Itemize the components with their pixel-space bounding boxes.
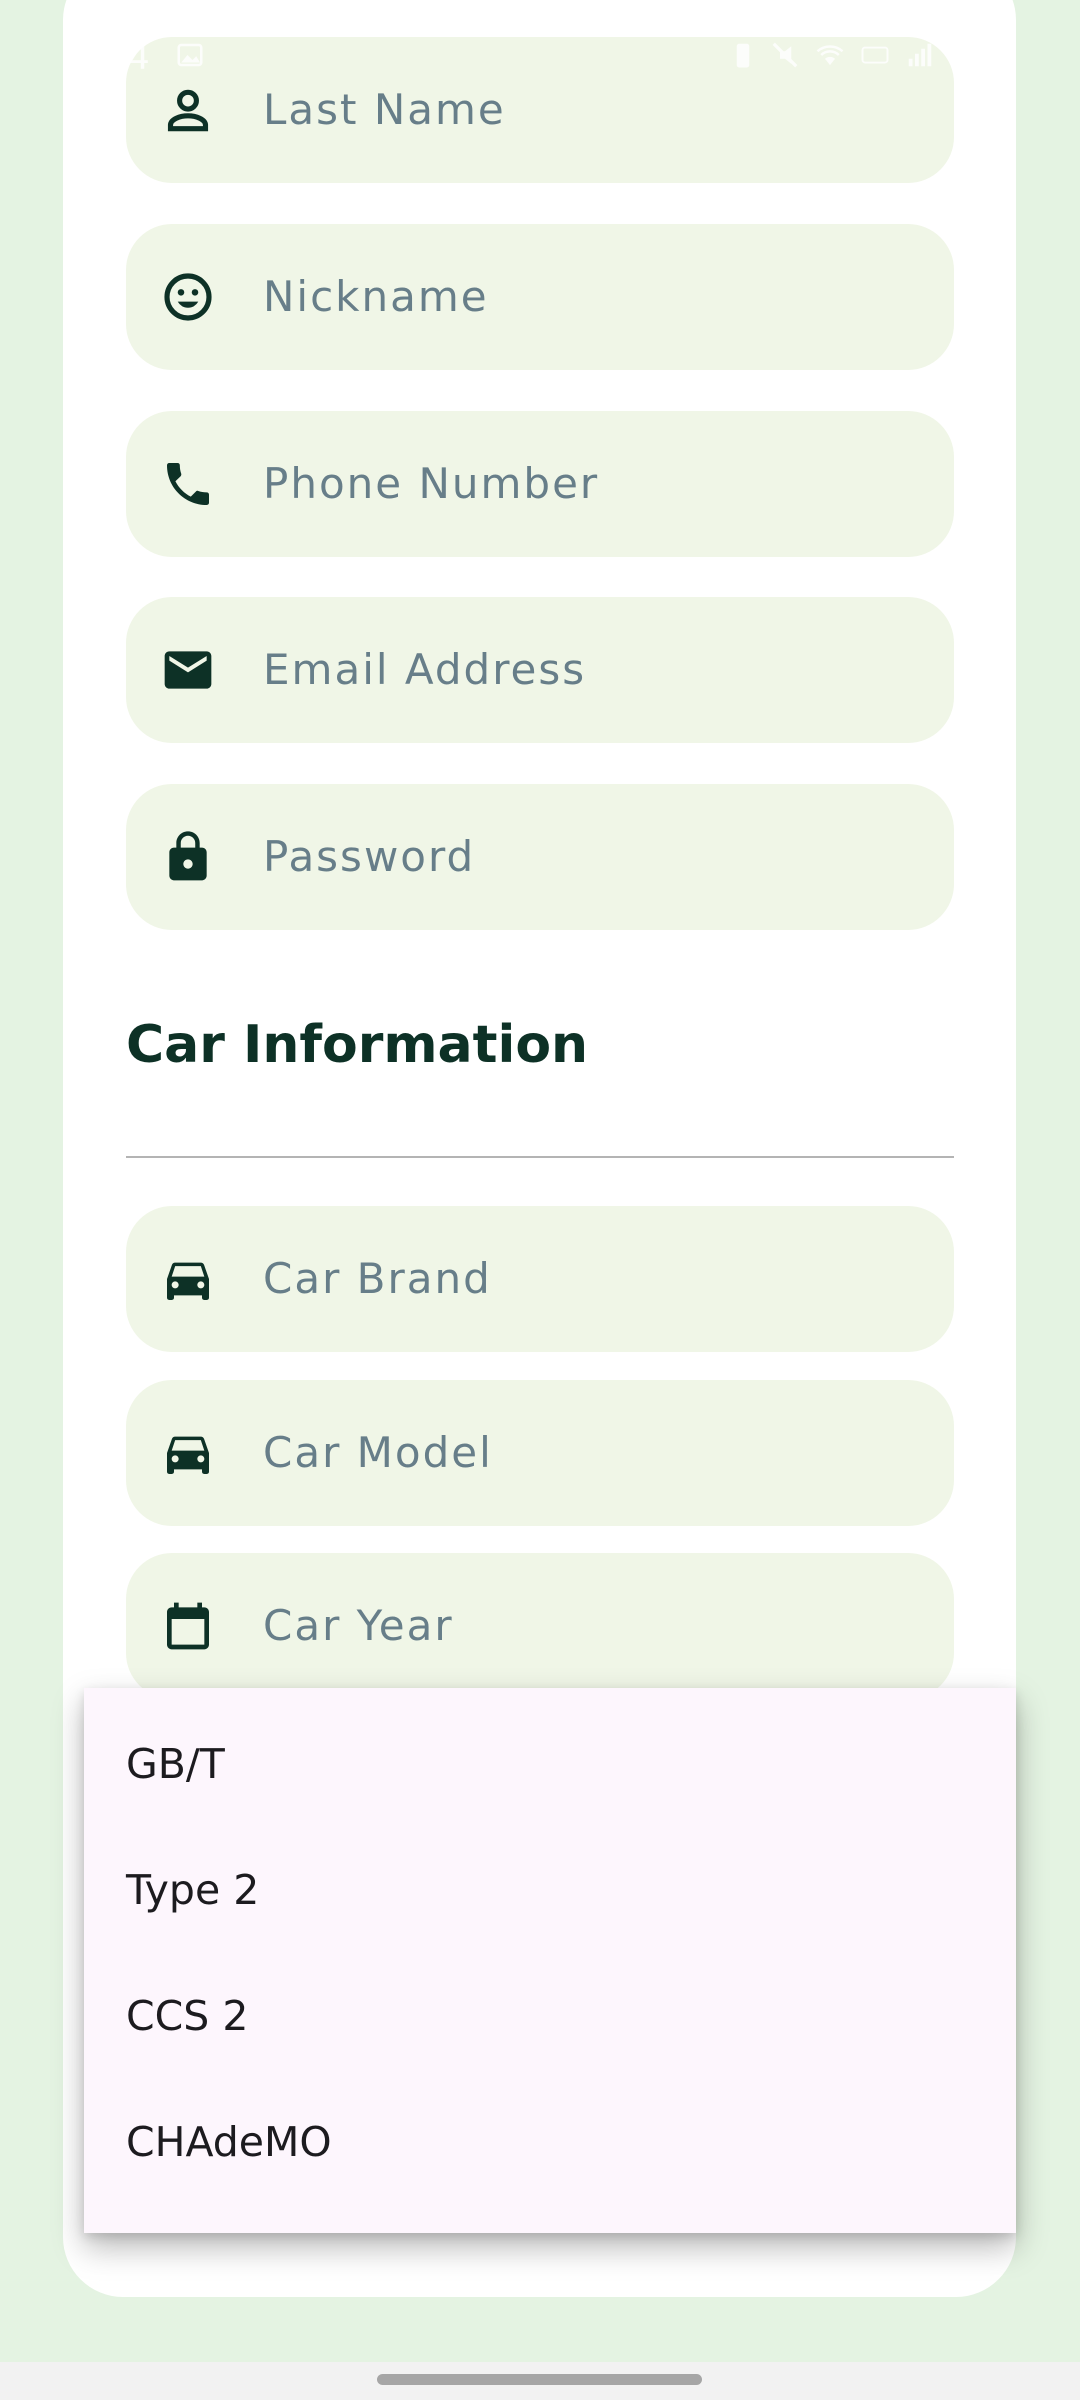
smiley-face-icon [160, 269, 216, 325]
car-icon [160, 1251, 216, 1307]
phone-number-field[interactable]: Phone Number [126, 411, 954, 557]
car-brand-field[interactable]: Car Brand [126, 1206, 954, 1352]
menu-option-gbt[interactable]: GB/T [84, 1701, 1016, 1827]
mail-icon [160, 642, 216, 698]
nickname-field[interactable]: Nickname [126, 224, 954, 370]
lock-icon [160, 829, 216, 885]
password-field[interactable]: Password [126, 784, 954, 930]
calendar-icon [160, 1598, 216, 1654]
menu-option-chademo[interactable]: CHAdeMO [84, 2079, 1016, 2205]
gesture-navigation-handle[interactable] [377, 2374, 702, 2385]
car-year-field[interactable]: Car Year [126, 1553, 954, 1699]
email-address-placeholder: Email Address [263, 645, 587, 694]
car-year-placeholder: Car Year [263, 1601, 454, 1650]
phone-icon [160, 456, 216, 512]
menu-option-ccs-2[interactable]: CCS 2 [84, 1953, 1016, 2079]
last-name-field[interactable]: Last Name [126, 37, 954, 183]
car-brand-placeholder: Car Brand [263, 1254, 492, 1303]
car-model-field[interactable]: Car Model [126, 1380, 954, 1526]
password-placeholder: Password [263, 832, 476, 881]
section-divider [126, 1156, 954, 1158]
connector-type-dropdown-menu: GB/T Type 2 CCS 2 CHAdeMO [84, 1688, 1016, 2233]
menu-option-type-2[interactable]: Type 2 [84, 1827, 1016, 1953]
car-model-placeholder: Car Model [263, 1428, 493, 1477]
car-information-heading: Car Information [126, 1015, 589, 1075]
email-address-field[interactable]: Email Address [126, 597, 954, 743]
last-name-placeholder: Last Name [263, 85, 506, 134]
car-icon [160, 1425, 216, 1481]
phone-number-placeholder: Phone Number [263, 459, 600, 508]
person-icon [160, 82, 216, 138]
nickname-placeholder: Nickname [263, 272, 489, 321]
